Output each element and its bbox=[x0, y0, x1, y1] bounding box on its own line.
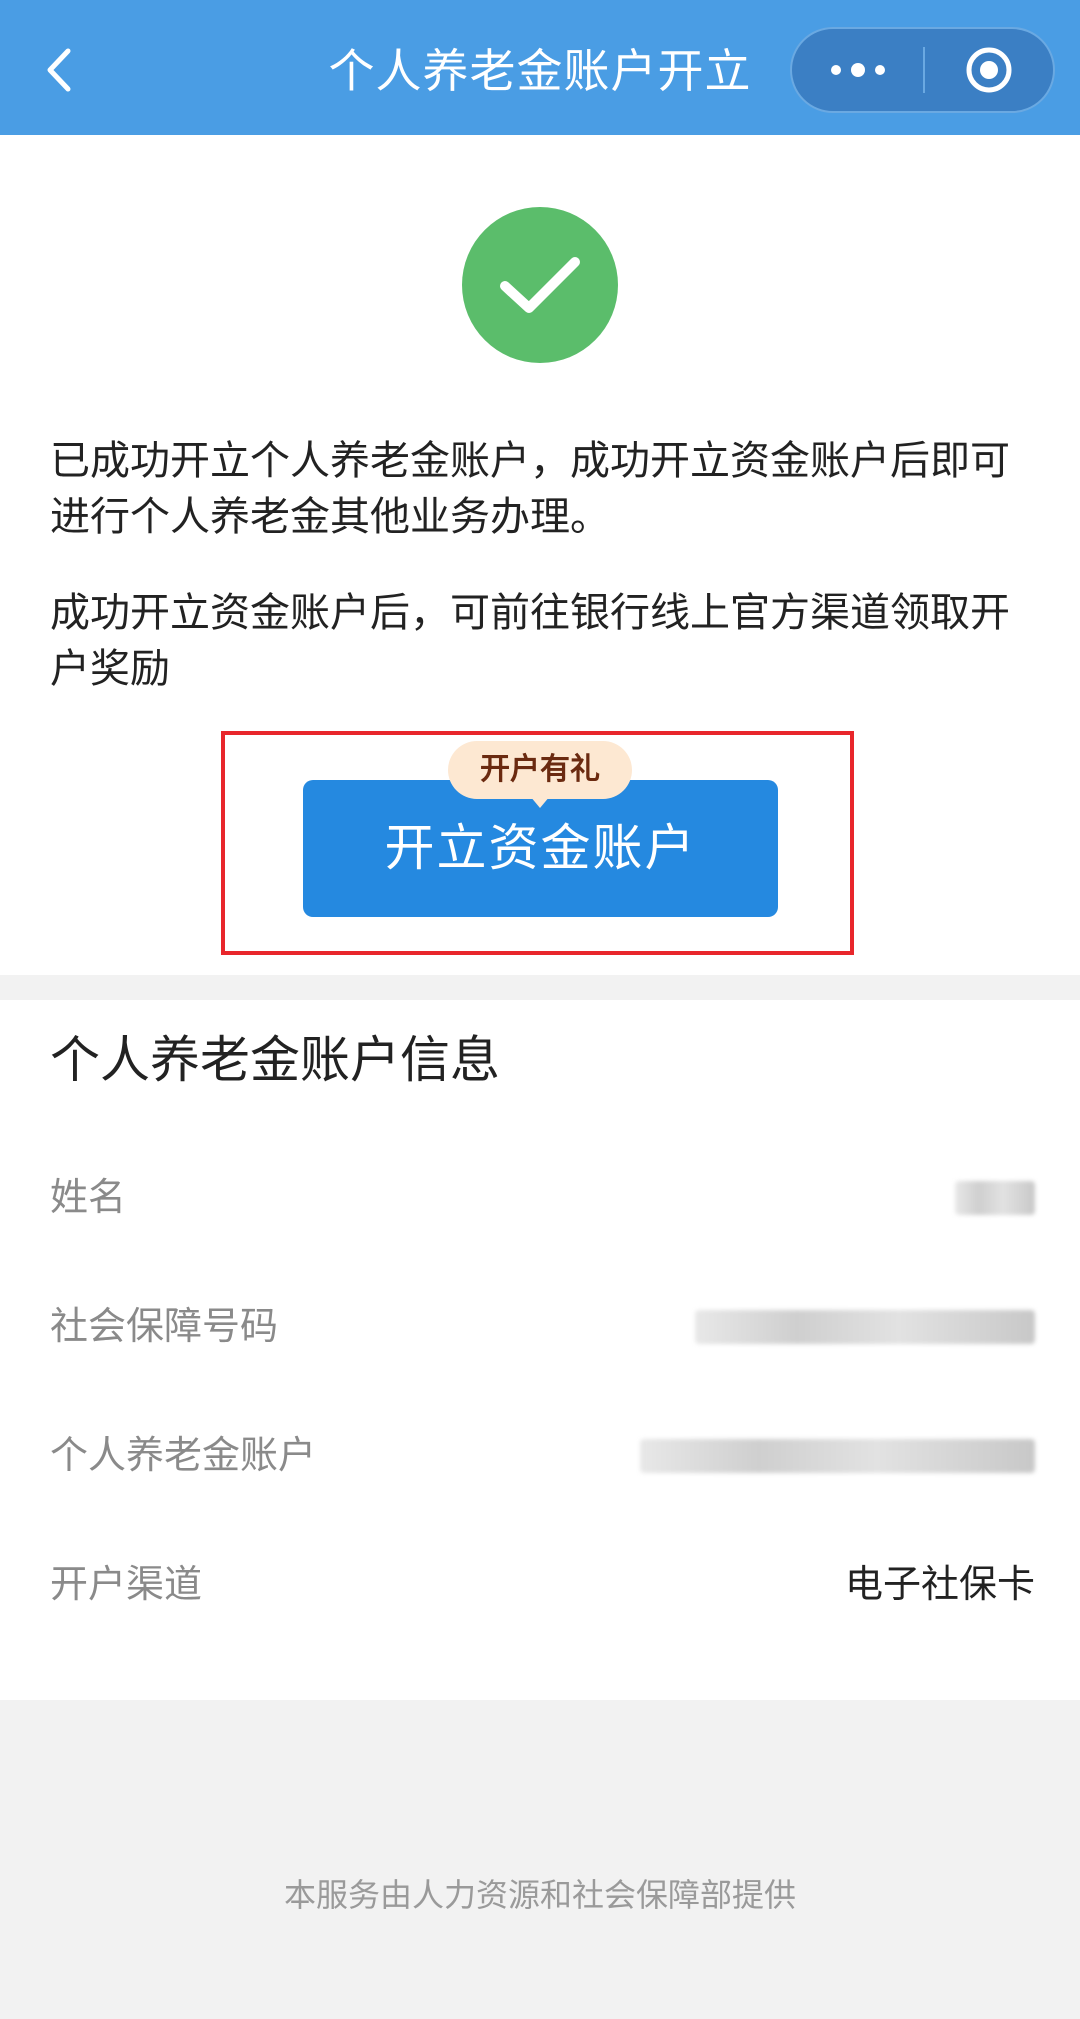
redacted-value bbox=[640, 1439, 1035, 1473]
success-message: 已成功开立个人养老金账户，成功开立资金账户后即可进行个人养老金其他业务办理。 bbox=[50, 438, 1010, 540]
info-row-channel: 开户渠道 电子社保卡 bbox=[50, 1554, 1035, 1614]
redacted-value bbox=[695, 1310, 1035, 1344]
more-dots-icon bbox=[826, 63, 890, 77]
chevron-left-icon bbox=[47, 48, 71, 92]
miniprogram-capsule bbox=[790, 27, 1055, 113]
info-label: 开户渠道 bbox=[50, 1562, 203, 1606]
page-title: 个人养老金账户开立 bbox=[328, 44, 752, 98]
account-info-card: 个人养老金账户信息 姓名 社会保障号码 个人养老金账户 开户渠道 电子社保卡 bbox=[0, 1000, 1080, 1700]
check-icon bbox=[500, 257, 580, 313]
info-label: 社会保障号码 bbox=[50, 1304, 279, 1348]
back-button[interactable] bbox=[30, 35, 90, 105]
close-miniprogram-button[interactable] bbox=[925, 29, 1053, 111]
info-value: 电子社保卡 bbox=[844, 1562, 1035, 1606]
section-title: 个人养老金账户信息 bbox=[50, 1031, 500, 1089]
info-row-ssn: 社会保障号码 bbox=[50, 1296, 1035, 1356]
info-row-account: 个人养老金账户 bbox=[50, 1425, 1035, 1485]
footer-provider-text: 本服务由人力资源和社会保障部提供 bbox=[283, 1876, 796, 1914]
nav-bar: 个人养老金账户开立 bbox=[0, 0, 1080, 135]
target-circle-icon bbox=[966, 47, 1012, 93]
gift-badge: 开户有礼 bbox=[448, 741, 632, 799]
more-button[interactable] bbox=[792, 29, 923, 111]
result-card: 已成功开立个人养老金账户，成功开立资金账户后即可进行个人养老金其他业务办理。 成… bbox=[0, 135, 1080, 975]
success-badge bbox=[462, 207, 618, 363]
info-label: 个人养老金账户 bbox=[50, 1433, 317, 1477]
info-row-name: 姓名 bbox=[50, 1167, 1035, 1227]
redacted-value bbox=[955, 1181, 1035, 1215]
gift-badge-pointer bbox=[530, 796, 550, 808]
info-label: 姓名 bbox=[50, 1175, 127, 1219]
reward-message: 成功开立资金账户后，可前往银行线上官方渠道领取开户奖励 bbox=[50, 590, 1010, 692]
